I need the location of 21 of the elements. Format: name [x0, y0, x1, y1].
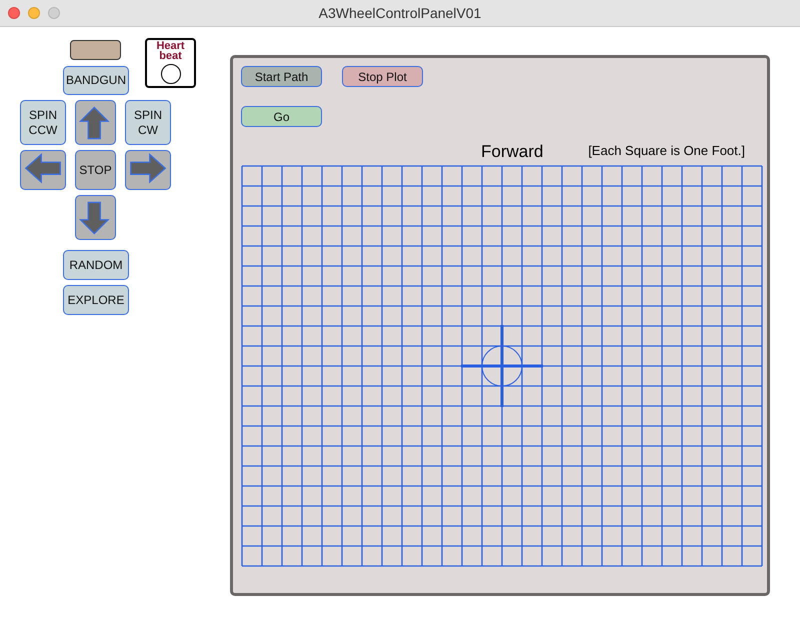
- stop-button[interactable]: STOP: [75, 150, 116, 190]
- arrow-button[interactable]: [125, 150, 171, 190]
- plot-button[interactable]: Stop Plot: [342, 66, 423, 87]
- heartbeat-light: [160, 64, 180, 84]
- close-button[interactable]: [8, 7, 20, 19]
- command-button[interactable]: BANDGUN: [63, 66, 129, 95]
- arrow-button[interactable]: [75, 195, 116, 240]
- heartbeat-label: Heart beat: [156, 41, 186, 61]
- arrow-button[interactable]: [20, 150, 66, 190]
- minimize-button[interactable]: [28, 7, 40, 19]
- plot-button[interactable]: Go: [241, 106, 322, 127]
- command-button[interactable]: SPIN CW: [125, 100, 171, 145]
- command-button[interactable]: SPIN CCW: [20, 100, 66, 145]
- plot-heading: Forward: [481, 141, 544, 163]
- arrow-button[interactable]: [75, 100, 116, 145]
- window-title: A3WheelControlPanelV01: [318, 4, 482, 22]
- blank-button[interactable]: [70, 40, 121, 60]
- plot-button[interactable]: Start Path: [241, 66, 322, 87]
- scale-note: [Each Square is One Foot.]: [588, 142, 745, 160]
- command-button[interactable]: EXPLORE: [63, 285, 129, 315]
- command-button[interactable]: RANDOM: [63, 250, 129, 280]
